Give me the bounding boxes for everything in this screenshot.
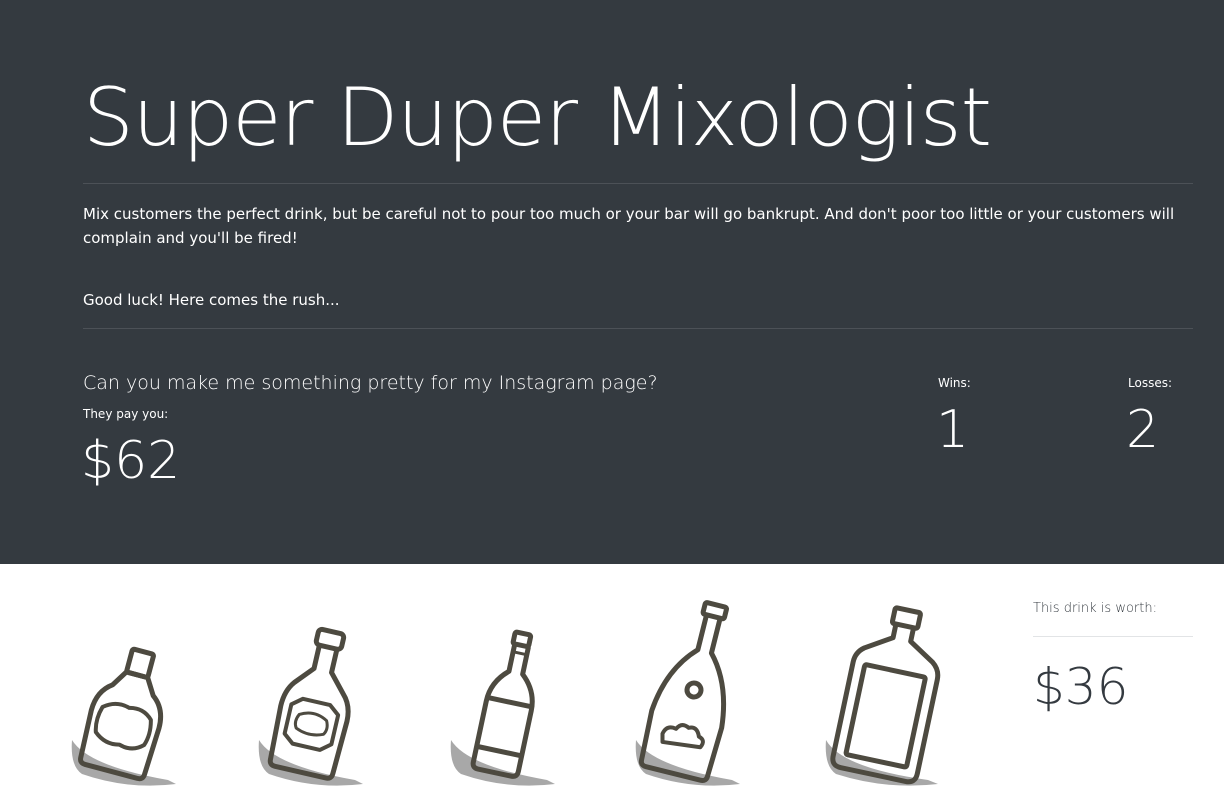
wins-count: 1 [936, 400, 970, 460]
flask-bottle-icon[interactable] [822, 590, 947, 790]
jumbotron-header: Super Duper Mixologist Mix customers the… [0, 0, 1224, 564]
losses-count: 2 [1126, 400, 1160, 460]
tagline-text: Good luck! Here comes the rush... [83, 291, 340, 309]
losses-label: Losses: [1128, 376, 1172, 390]
drink-worth-value: $36 [1033, 658, 1129, 716]
intro-text: Mix customers the perfect drink, but be … [83, 205, 1175, 247]
customer-request: Can you make me something pretty for my … [83, 372, 658, 394]
divider [83, 328, 1193, 329]
page-title: Super Duper Mixologist [83, 71, 992, 164]
pay-label: They pay you: [83, 407, 169, 421]
cognac-bottle-icon[interactable] [632, 590, 747, 790]
bottle-shelf [60, 590, 960, 790]
whiskey-bottle-icon[interactable] [68, 590, 183, 790]
divider [1033, 636, 1193, 637]
beer-bottle-icon[interactable] [447, 590, 562, 790]
drink-worth-label: This drink is worth: [1033, 601, 1157, 616]
pay-value: $62 [81, 431, 181, 491]
liqueur-bottle-icon[interactable] [255, 590, 370, 790]
divider [83, 183, 1193, 184]
wins-label: Wins: [938, 376, 971, 390]
